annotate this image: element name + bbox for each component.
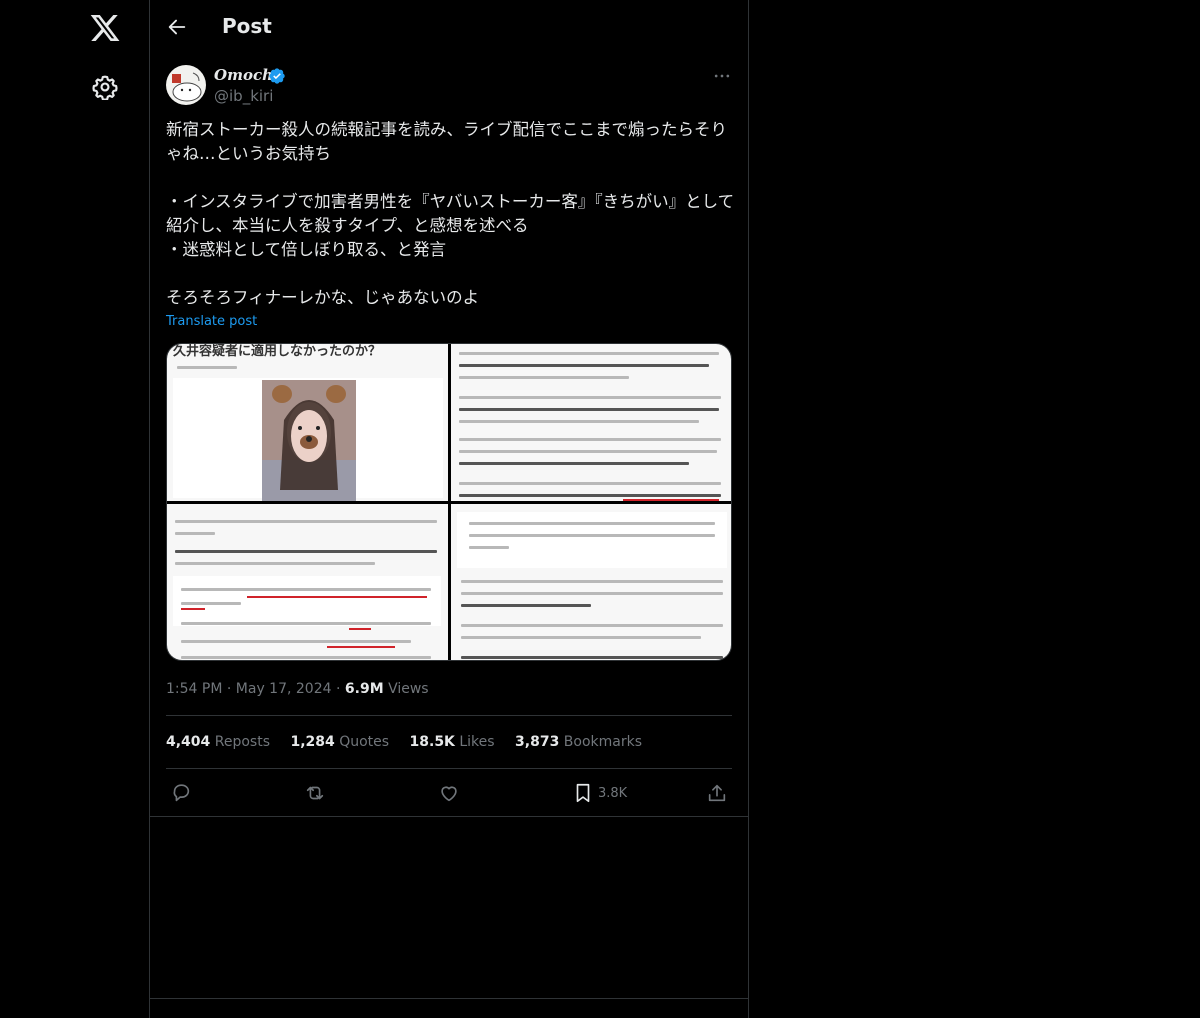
divider: [166, 715, 732, 716]
like-icon[interactable]: [438, 782, 460, 804]
more-options-icon[interactable]: [712, 66, 732, 86]
reposts-stat[interactable]: 4,404 Reposts: [166, 734, 270, 750]
tweet-text-line: そろそろフィナーレかな、じゃあないのよ: [166, 288, 480, 307]
bookmark-icon[interactable]: [572, 782, 594, 804]
divider: [166, 768, 732, 769]
bookmarks-count: 3,873: [515, 734, 560, 750]
main-column: Post Omochi @ib_kiri 新宿ストーカー殺人の続報記事を読み、ラ…: [150, 0, 749, 1018]
media-image-2[interactable]: [451, 344, 731, 501]
share-icon[interactable]: [706, 782, 728, 804]
views-label: Views: [388, 681, 429, 697]
divider: [150, 816, 748, 817]
tweet-text-line: [166, 262, 736, 286]
tweet-text: 新宿ストーカー殺人の続報記事を読み、ライブ配信でここまで煽ったらそりゃね…という…: [166, 118, 736, 310]
reposts-count: 4,404: [166, 734, 211, 750]
media-headline: 久井容疑者に適用しなかったのか？: [173, 344, 382, 359]
media-grid: 久井容疑者に適用しなかったのか？: [166, 343, 732, 661]
x-logo-icon[interactable]: [89, 12, 121, 44]
engagement-stats: 4,404 Reposts 1,284 Quotes 18.5K Likes 3…: [166, 734, 658, 750]
meta-separator: ·: [335, 681, 345, 697]
tweet-date[interactable]: May 17, 2024: [236, 681, 332, 697]
tweet-text-line: ・インスタライブで加害者男性を『ヤバいストーカー客』『きちがい』として紹介し、本…: [166, 192, 735, 259]
bookmarks-label: Bookmarks: [563, 734, 642, 750]
arrow-left-icon[interactable]: [166, 16, 188, 38]
repost-icon[interactable]: [304, 782, 326, 804]
quotes-stat[interactable]: 1,284 Quotes: [290, 734, 389, 750]
likes-count: 18.5K: [409, 734, 455, 750]
likes-stat[interactable]: 18.5K Likes: [410, 734, 495, 750]
reply-icon[interactable]: [170, 782, 192, 804]
quotes-label: Quotes: [339, 734, 390, 750]
tweet-text-line: 新宿ストーカー殺人の続報記事を読み、ライブ配信でここまで煽ったらそりゃね…という…: [166, 120, 727, 163]
reposts-label: Reposts: [214, 734, 270, 750]
tweet-meta: 1:54 PM · May 17, 2024 · 6.9M Views: [166, 681, 429, 697]
page-header: Post: [150, 0, 748, 54]
media-image-1[interactable]: 久井容疑者に適用しなかったのか？: [167, 344, 448, 501]
author-handle[interactable]: @ib_kiri: [214, 87, 273, 105]
tweet-time[interactable]: 1:54 PM: [166, 681, 222, 697]
gear-icon[interactable]: [92, 74, 118, 100]
left-nav: [0, 0, 150, 1018]
media-image-4[interactable]: [451, 504, 731, 660]
verified-badge-icon: [269, 68, 285, 84]
divider: [150, 998, 749, 999]
quotes-count: 1,284: [290, 734, 335, 750]
views-count: 6.9M: [344, 681, 384, 697]
meta-separator: ·: [226, 681, 236, 697]
page-title: Post: [222, 14, 272, 38]
media-image-3[interactable]: [167, 504, 448, 660]
avatar[interactable]: [166, 65, 206, 105]
bookmark-action-count: 3.8K: [598, 786, 628, 801]
bookmarks-stat[interactable]: 3,873 Bookmarks: [515, 734, 642, 750]
tweet-text-line: [166, 166, 736, 190]
likes-label: Likes: [459, 734, 495, 750]
translate-post-link[interactable]: Translate post: [166, 314, 257, 329]
